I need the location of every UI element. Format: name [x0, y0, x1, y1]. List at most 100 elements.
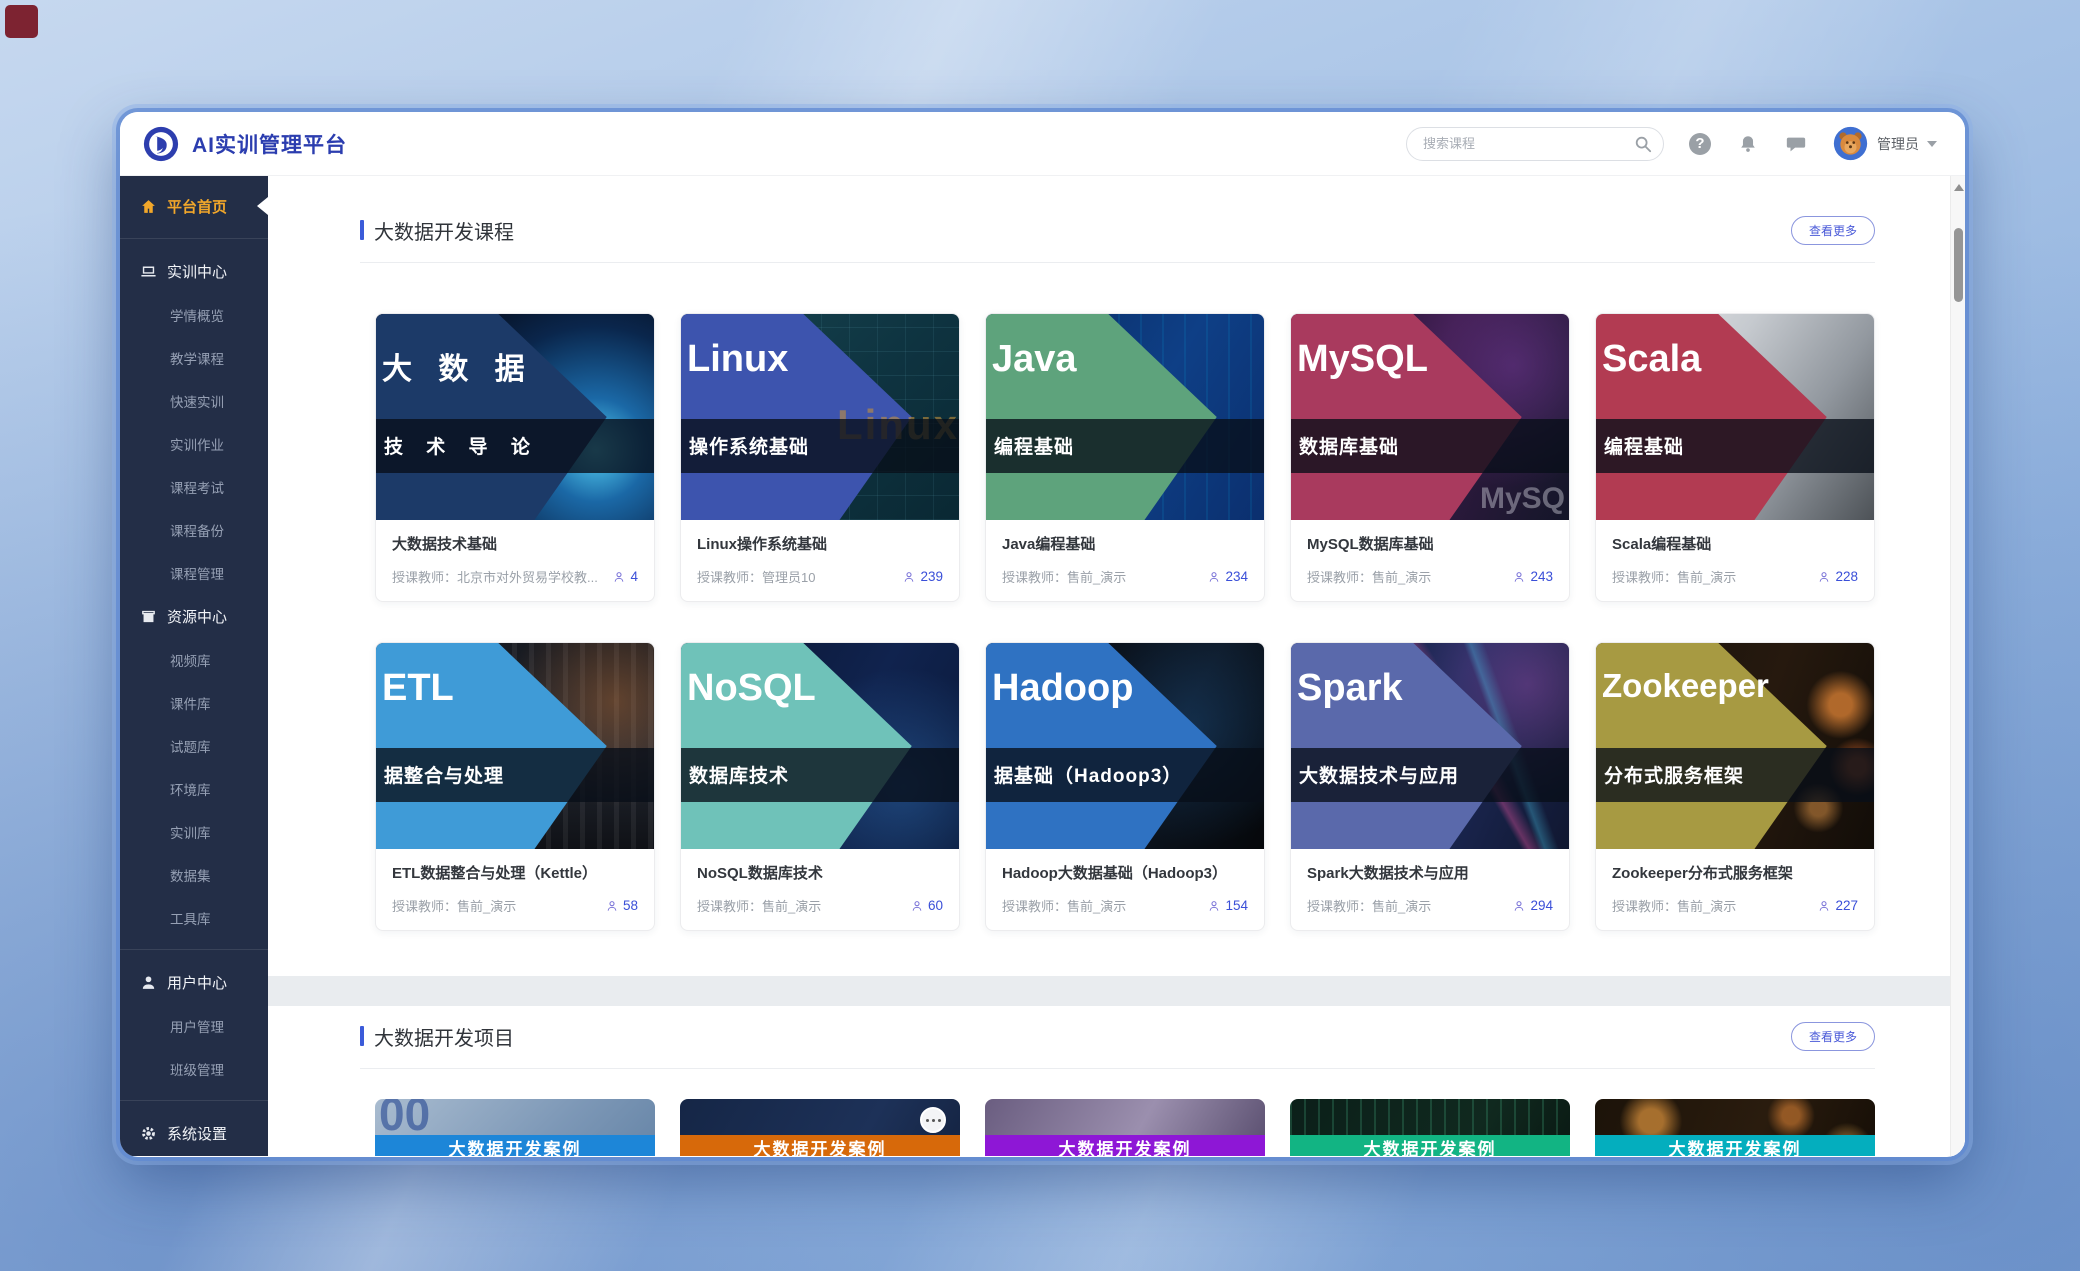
project-card[interactable]: 大数据开发案例 [985, 1099, 1265, 1156]
course-card[interactable]: Hadoop 据基础（Hadoop3） Hadoop大数据基础（Hadoop3）… [985, 642, 1265, 931]
scrollbar-track[interactable] [1950, 176, 1965, 1156]
thumb-subtitle: 分布式服务框架 [1596, 761, 1744, 788]
project-banner: 大数据开发案例 [680, 1135, 960, 1156]
sidebar-item-training-center[interactable]: 实训中心 [120, 249, 268, 293]
section-title-wrap: 大数据开发课程 [360, 216, 514, 245]
course-teacher: 授课教师：售前_演示 [1612, 896, 1809, 915]
course-card[interactable]: 大 数 据 技 术 导 论 大数据技术基础 授课教师：北京市对外贸易学校教...… [375, 313, 655, 602]
course-teacher: 授课教师：售前_演示 [1612, 567, 1809, 586]
thumb-band: 分布式服务框架 [1596, 748, 1874, 802]
course-info: 大数据技术基础 授课教师：北京市对外贸易学校教... 4 [376, 520, 654, 601]
message-icon[interactable] [1784, 132, 1808, 156]
sidebar-item-label: 平台首页 [167, 196, 227, 217]
course-title: Spark大数据技术与应用 [1307, 862, 1553, 883]
student-count: 60 [910, 898, 943, 913]
project-card[interactable]: 大数据开发案例 [680, 1099, 960, 1156]
sidebar-subitem[interactable]: 实训库 [120, 810, 268, 853]
course-card[interactable]: Spark 大数据技术与应用 Spark大数据技术与应用 授课教师：售前_演示 … [1290, 642, 1570, 931]
gear-icon [140, 1125, 157, 1142]
section-title: 大数据开发项目 [374, 1022, 514, 1051]
student-count: 58 [605, 898, 638, 913]
course-card[interactable]: MySQ MySQL 数据库基础 MySQL数据库基础 授课教师：售前_演示 [1290, 313, 1570, 602]
sidebar-subitem[interactable]: 课件库 [120, 681, 268, 724]
project-card[interactable]: 大数据开发案例 [1595, 1099, 1875, 1156]
sidebar-subitem[interactable]: 试题库 [120, 724, 268, 767]
person-icon [612, 570, 626, 584]
thumb-big-title: Spark [1297, 667, 1403, 710]
course-info: Zookeeper分布式服务框架 授课教师：售前_演示 227 [1596, 849, 1874, 930]
view-more-button[interactable]: 查看更多 [1791, 1022, 1875, 1051]
sidebar-subitem[interactable]: 实训作业 [120, 422, 268, 465]
search-icon[interactable] [1634, 135, 1652, 153]
thumb-band: 操作系统基础 [681, 419, 959, 473]
course-card[interactable]: ETL 据整合与处理 ETL数据整合与处理（Kettle） 授课教师：售前_演示… [375, 642, 655, 931]
course-thumbnail: 大 数 据 技 术 导 论 [376, 314, 654, 520]
project-banner: 大数据开发案例 [375, 1135, 655, 1156]
thumb-subtitle: 编程基础 [1596, 432, 1684, 459]
sidebar-subitem[interactable]: 学情概览 [120, 293, 268, 336]
sidebar-subitem[interactable]: 快速实训 [120, 379, 268, 422]
sidebar-item-user-center[interactable]: 用户中心 [120, 960, 268, 1004]
thumb-big-title: Zookeeper [1602, 667, 1769, 705]
person-icon [902, 570, 916, 584]
project-banner: 大数据开发案例 [1290, 1135, 1570, 1156]
archive-box-icon [140, 608, 157, 625]
count-value: 60 [928, 898, 943, 913]
thumb-big-title: Java [992, 338, 1077, 381]
course-info: Linux操作系统基础 授课教师：管理员10 239 [681, 520, 959, 601]
sidebar-subitem[interactable]: 课程考试 [120, 465, 268, 508]
title-accent-bar [360, 1026, 364, 1046]
student-count: 239 [902, 569, 943, 584]
scrollbar-up-icon[interactable] [1954, 184, 1964, 191]
scrollbar-thumb[interactable] [1954, 228, 1963, 302]
bell-icon[interactable] [1736, 132, 1760, 156]
thumb-subtitle: 大数据技术与应用 [1291, 761, 1459, 788]
sidebar-item-resource-center[interactable]: 资源中心 [120, 594, 268, 638]
sidebar-subitem[interactable]: 用户管理 [120, 1004, 268, 1047]
sidebar-subitem[interactable]: 工具库 [120, 896, 268, 939]
course-teacher: 授课教师：售前_演示 [392, 896, 597, 915]
person-icon [1817, 899, 1831, 913]
course-title: 大数据技术基础 [392, 533, 638, 554]
count-value: 4 [630, 569, 638, 584]
sidebar-subitem[interactable]: 课程备份 [120, 508, 268, 551]
project-card[interactable]: 00 大数据开发案例 [375, 1099, 655, 1156]
search-input[interactable] [1406, 127, 1664, 161]
sidebar-subitem[interactable]: 课程管理 [120, 551, 268, 594]
user-name: 管理员 [1877, 134, 1919, 154]
sidebar-subitem[interactable]: 环境库 [120, 767, 268, 810]
project-card[interactable]: 大数据开发案例 [1290, 1099, 1570, 1156]
sidebar-subitem[interactable]: 班级管理 [120, 1047, 268, 1090]
sidebar-item-home[interactable]: 平台首页 [120, 184, 268, 228]
course-thumbnail: Hadoop 据基础（Hadoop3） [986, 643, 1264, 849]
sidebar-subitem[interactable]: 视频库 [120, 638, 268, 681]
thumb-big-title: Hadoop [992, 667, 1133, 710]
count-value: 239 [920, 569, 943, 584]
thumb-band: 技 术 导 论 [376, 419, 654, 473]
person-icon [1207, 570, 1221, 584]
thumb-subtitle: 编程基础 [986, 432, 1074, 459]
help-icon[interactable] [1688, 132, 1712, 156]
course-info: NoSQL数据库技术 授课教师：售前_演示 60 [681, 849, 959, 930]
sidebar-item-system-settings[interactable]: 系统设置 [120, 1111, 268, 1155]
person-icon [1207, 899, 1221, 913]
course-card[interactable]: Scala 编程基础 Scala编程基础 授课教师：售前_演示 228 [1595, 313, 1875, 602]
sidebar-subitem[interactable]: 教学课程 [120, 336, 268, 379]
count-value: 243 [1530, 569, 1553, 584]
course-teacher: 授课教师：管理员10 [697, 567, 894, 586]
view-more-button[interactable]: 查看更多 [1791, 216, 1875, 245]
user-menu[interactable]: 管理员 [1832, 125, 1937, 162]
count-value: 154 [1225, 898, 1248, 913]
active-item-notch [257, 197, 268, 215]
course-card[interactable]: NoSQL 数据库技术 NoSQL数据库技术 授课教师：售前_演示 60 [680, 642, 960, 931]
course-card[interactable]: Zookeeper 分布式服务框架 Zookeeper分布式服务框架 授课教师：… [1595, 642, 1875, 931]
app-title: AI实训管理平台 [192, 129, 347, 159]
thumb-band: 据整合与处理 [376, 748, 654, 802]
course-card[interactable]: Linux Linux 操作系统基础 Linux操作系统基础 授课教师：管理员1… [680, 313, 960, 602]
sidebar-subitem[interactable]: 数据集 [120, 853, 268, 896]
student-count: 4 [612, 569, 638, 584]
course-teacher: 授课教师：售前_演示 [1002, 567, 1199, 586]
home-icon [140, 198, 157, 215]
course-title: Linux操作系统基础 [697, 533, 943, 554]
course-card[interactable]: Java 编程基础 Java编程基础 授课教师：售前_演示 234 [985, 313, 1265, 602]
